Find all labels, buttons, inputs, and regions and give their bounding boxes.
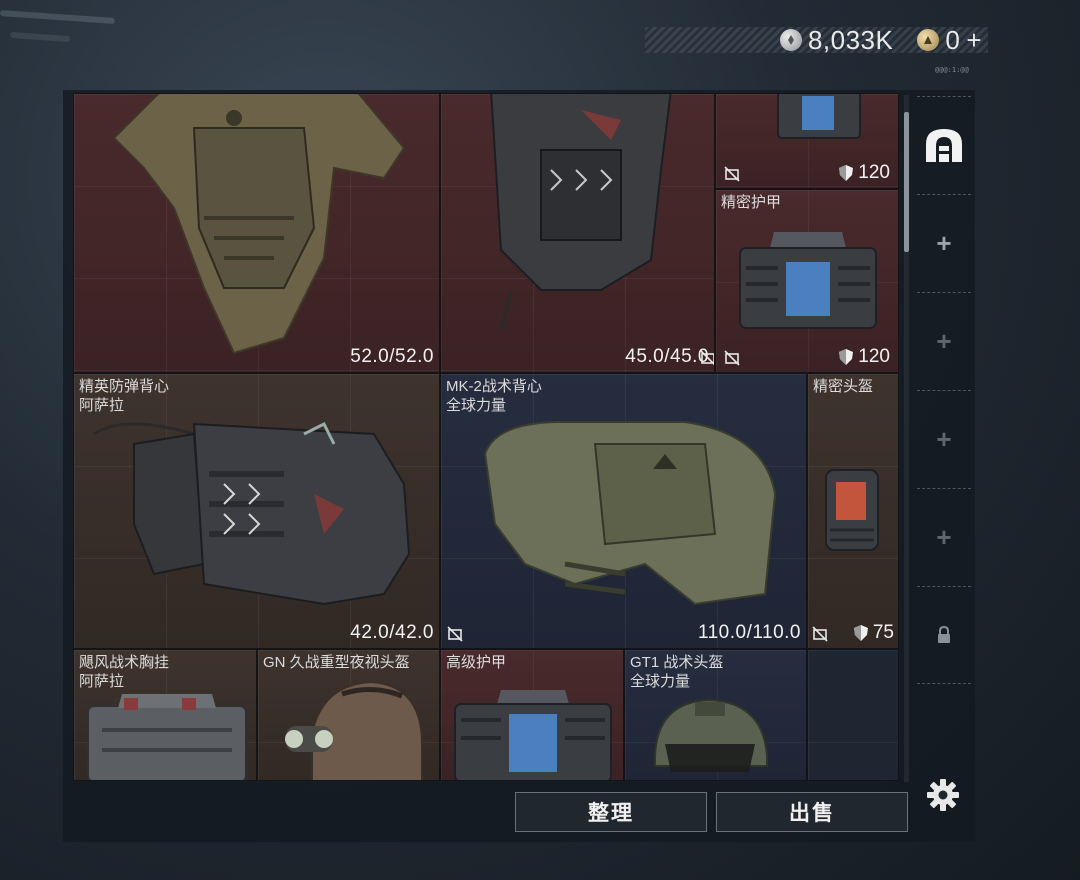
gold-coin-icon xyxy=(917,29,940,51)
shield-icon xyxy=(839,349,854,365)
item-cell-armor-top-right[interactable]: 120 xyxy=(715,93,899,189)
no-sell-icon xyxy=(724,166,740,182)
inventory-grid: 52.0/52.0 45.0/45.0 120 精密护甲 120 精英防弹背心 … xyxy=(73,93,899,781)
vest-art xyxy=(490,94,672,331)
armor-stat: 120 xyxy=(838,346,890,368)
armor-category-icon xyxy=(926,129,962,162)
vest-art xyxy=(112,94,406,355)
sidebar-add-slot[interactable]: + xyxy=(917,488,971,585)
background-streak xyxy=(9,31,71,43)
durability: 52.0/52.0 xyxy=(350,346,434,367)
lock-icon xyxy=(938,626,950,643)
plus-icon: + xyxy=(936,228,952,258)
item-name: GT1 战术头盔 全球力量 xyxy=(630,654,724,690)
organize-button[interactable]: 整理 xyxy=(515,792,707,832)
sidebar-add-slot[interactable]: + xyxy=(917,194,971,291)
durability: 45.0/45.0 xyxy=(625,346,709,367)
background-streak xyxy=(0,9,116,25)
item-name: 高级护甲 xyxy=(446,654,507,671)
item-name: 精英防弹背心 阿萨拉 xyxy=(79,378,170,414)
rig-art xyxy=(87,694,247,780)
armor-value: 120 xyxy=(858,162,890,183)
helmet-art xyxy=(654,698,768,772)
item-name: MK-2战术背心 全球力量 xyxy=(446,378,542,414)
sidebar-add-slot[interactable]: + xyxy=(917,390,971,487)
armor-art xyxy=(777,94,861,139)
item-cell-advanced-armor[interactable]: 高级护甲 xyxy=(440,649,624,781)
item-cell-typhoon-rig[interactable]: 飓风战术胸挂 阿萨拉 xyxy=(73,649,257,781)
item-name: 精密护甲 xyxy=(721,194,782,211)
helmet-art xyxy=(285,680,423,780)
item-cell-gt1-helmet[interactable]: GT1 战术头盔 全球力量 xyxy=(624,649,807,781)
item-cell-elite-vest[interactable]: 精英防弹背心 阿萨拉 42.0/42.0 xyxy=(73,373,440,649)
armor-art xyxy=(454,690,612,780)
item-cell-gn-helmet[interactable]: GN 久战重型夜视头盔 xyxy=(257,649,440,781)
item-name: 精密头盔 xyxy=(813,378,874,395)
empty-slot[interactable] xyxy=(807,649,899,781)
item-cell-precision-helmet[interactable]: 精密头盔 75 xyxy=(807,373,899,649)
helmet-art xyxy=(825,469,879,551)
item-cell-precision-armor[interactable]: 精密护甲 120 xyxy=(715,189,899,373)
no-sell-icon xyxy=(700,350,714,366)
silver-coin-icon xyxy=(779,29,802,51)
silver-amount: 8,033K xyxy=(807,24,894,55)
armor-value: 120 xyxy=(858,346,890,367)
no-sell-icon xyxy=(812,626,828,642)
add-gold-button[interactable]: + xyxy=(966,25,982,56)
armor-stat: 75 xyxy=(853,622,894,644)
item-name: 飓风战术胸挂 阿萨拉 xyxy=(79,654,170,690)
gold-amount: 0 xyxy=(945,24,961,55)
shield-icon xyxy=(839,165,854,181)
vest-art xyxy=(93,421,411,606)
no-sell-icon xyxy=(724,350,740,366)
currency-bar: 8,033K 0 + xyxy=(645,24,988,56)
armor-stat: 120 xyxy=(838,162,890,184)
item-cell-vest-top-left[interactable]: 52.0/52.0 xyxy=(73,93,440,373)
item-name: GN 久战重型夜视头盔 xyxy=(263,654,410,671)
sidebar-armor-category[interactable] xyxy=(917,96,971,193)
plus-icon: + xyxy=(936,326,952,356)
item-cell-vest-top-mid[interactable]: 45.0/45.0 xyxy=(440,93,715,373)
armor-art xyxy=(739,232,877,329)
no-sell-icon xyxy=(447,626,463,642)
sidebar-add-slot[interactable]: + xyxy=(917,292,971,389)
vest-art xyxy=(483,421,777,606)
armor-value: 75 xyxy=(872,622,894,643)
item-cell-mk2-vest[interactable]: MK-2战术背心 全球力量 110.0/110.0 xyxy=(440,373,807,649)
scrollbar-thumb[interactable] xyxy=(904,112,909,252)
plus-icon: + xyxy=(936,522,952,552)
sidebar-locked-slot xyxy=(917,586,971,684)
durability: 42.0/42.0 xyxy=(350,622,434,643)
gear-icon xyxy=(927,779,959,811)
shield-icon xyxy=(853,625,868,641)
currency-note: @@@:1:@@ xyxy=(935,66,969,74)
sell-button[interactable]: 出售 xyxy=(716,792,908,832)
settings-button[interactable] xyxy=(926,778,960,817)
plus-icon: + xyxy=(936,424,952,454)
durability: 110.0/110.0 xyxy=(697,622,801,643)
